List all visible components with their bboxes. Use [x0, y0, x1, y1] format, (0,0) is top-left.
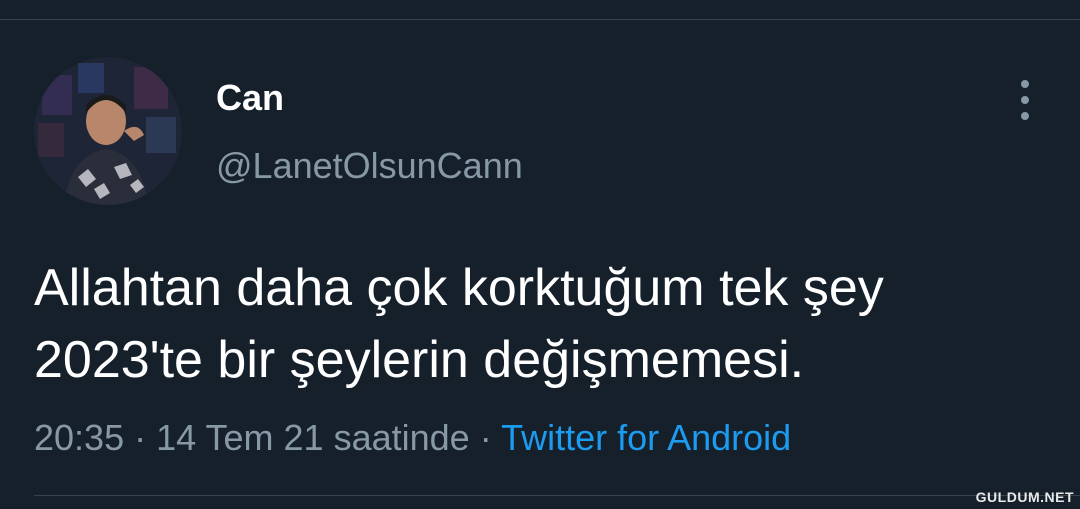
- tweet-date: 14 Tem 21 saatinde: [156, 417, 470, 458]
- watermark: GULDUM.NET: [975, 489, 1074, 505]
- tweet-text: Allahtan daha çok korktuğum tek şey 2023…: [34, 252, 1044, 396]
- meta-separator: ·: [479, 417, 492, 458]
- meta-separator: ·: [134, 417, 147, 458]
- ellipsis-dot: [1021, 112, 1029, 120]
- top-divider: [0, 19, 1080, 20]
- ellipsis-dot: [1021, 96, 1029, 104]
- bottom-divider: [34, 495, 1080, 496]
- vertical-ellipsis-icon[interactable]: [1012, 80, 1038, 120]
- avatar-image: [34, 57, 182, 205]
- ellipsis-dot: [1021, 80, 1029, 88]
- display-name[interactable]: Can: [216, 78, 284, 118]
- tweet-text-line: Allahtan daha çok korktuğum tek şey: [34, 259, 884, 317]
- avatar[interactable]: [34, 57, 182, 205]
- tweet-text-line: 2023'te bir şeylerin değişmemesi.: [34, 331, 805, 389]
- tweet-meta: 20:35 · 14 Tem 21 saatinde · Twitter for…: [34, 416, 791, 460]
- tweet-source-link[interactable]: Twitter for Android: [501, 417, 791, 458]
- tweet-time: 20:35: [34, 417, 125, 458]
- user-handle[interactable]: @LanetOlsunCann: [216, 146, 523, 186]
